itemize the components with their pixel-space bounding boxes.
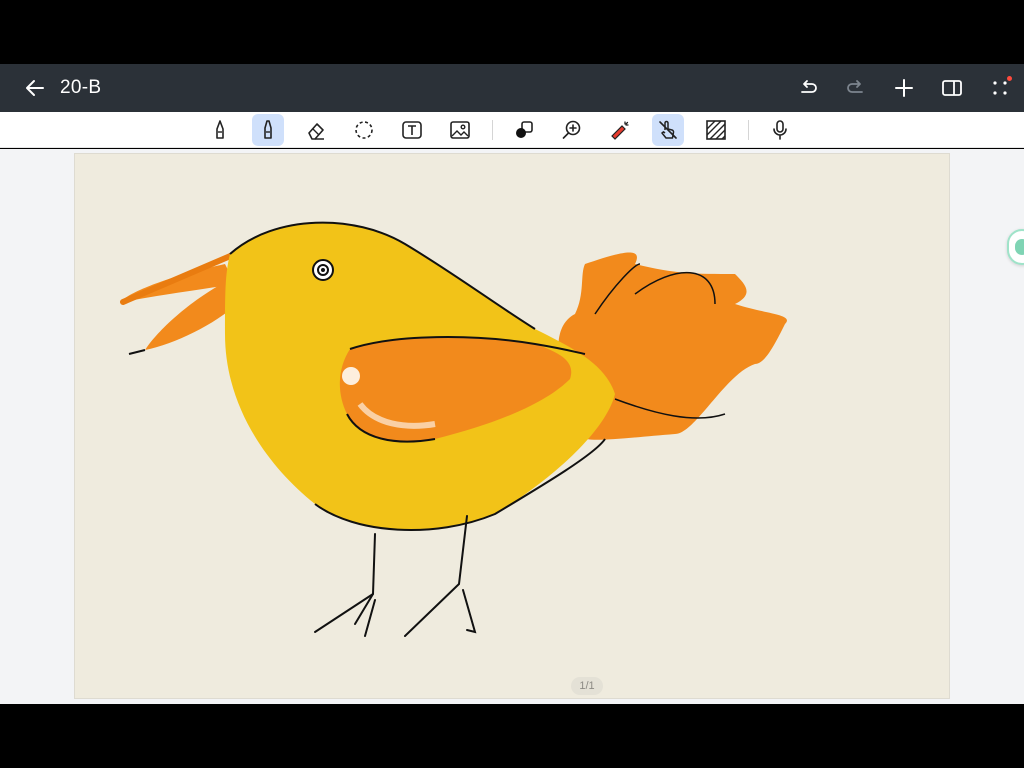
lasso-tool[interactable] bbox=[348, 114, 380, 146]
undo-button[interactable] bbox=[792, 74, 824, 102]
page-indicator: 1/1 bbox=[571, 677, 603, 695]
pen-icon bbox=[216, 120, 224, 139]
microphone-icon bbox=[773, 120, 787, 140]
laser-pointer-icon bbox=[611, 121, 629, 140]
status-bar-area bbox=[0, 0, 1024, 64]
pen-tool[interactable] bbox=[204, 114, 236, 146]
document-title[interactable]: 20-B bbox=[60, 76, 101, 100]
eraser-icon bbox=[308, 123, 324, 140]
highlighter-icon bbox=[264, 120, 272, 139]
finger-drawing-tool[interactable] bbox=[652, 114, 684, 146]
app-header: 20-B bbox=[0, 64, 1024, 112]
sidebar-panel-icon bbox=[942, 80, 962, 96]
shape-icon bbox=[516, 121, 533, 138]
sidebar-panel-button[interactable] bbox=[936, 74, 968, 102]
navigation-bar-area bbox=[0, 704, 1024, 768]
text-tool[interactable] bbox=[396, 114, 428, 146]
zoom-in-icon bbox=[562, 120, 581, 139]
eraser-tool[interactable] bbox=[300, 114, 332, 146]
lasso-icon bbox=[355, 121, 373, 139]
bird-drawing bbox=[120, 221, 787, 637]
hatch-pattern-icon bbox=[706, 120, 726, 140]
zoom-tool[interactable] bbox=[556, 114, 588, 146]
arrow-left-icon bbox=[26, 80, 44, 96]
highlighter-tool[interactable] bbox=[252, 114, 284, 146]
more-button[interactable] bbox=[984, 74, 1016, 102]
add-icon bbox=[895, 79, 913, 97]
shape-tool[interactable] bbox=[508, 114, 540, 146]
floating-side-handle[interactable] bbox=[1007, 229, 1024, 265]
drawing-toolbar bbox=[0, 112, 1024, 148]
background-pattern-tool[interactable] bbox=[700, 114, 732, 146]
redo-button[interactable] bbox=[840, 74, 872, 102]
undo-icon bbox=[801, 80, 817, 93]
image-icon bbox=[450, 121, 470, 139]
back-button[interactable] bbox=[18, 74, 52, 102]
workspace: 1/1 bbox=[0, 149, 1024, 704]
image-tool[interactable] bbox=[444, 114, 476, 146]
finger-drawing-off-icon bbox=[659, 120, 677, 139]
text-box-icon bbox=[402, 121, 422, 139]
toolbar-divider bbox=[748, 120, 749, 140]
drawing-canvas[interactable]: 1/1 bbox=[74, 153, 950, 699]
toolbar-divider bbox=[492, 120, 493, 140]
record-audio-tool[interactable] bbox=[764, 114, 796, 146]
laser-pointer-tool[interactable] bbox=[604, 114, 636, 146]
add-page-button[interactable] bbox=[888, 74, 920, 102]
redo-icon bbox=[847, 80, 863, 93]
notification-dot bbox=[1007, 76, 1012, 81]
